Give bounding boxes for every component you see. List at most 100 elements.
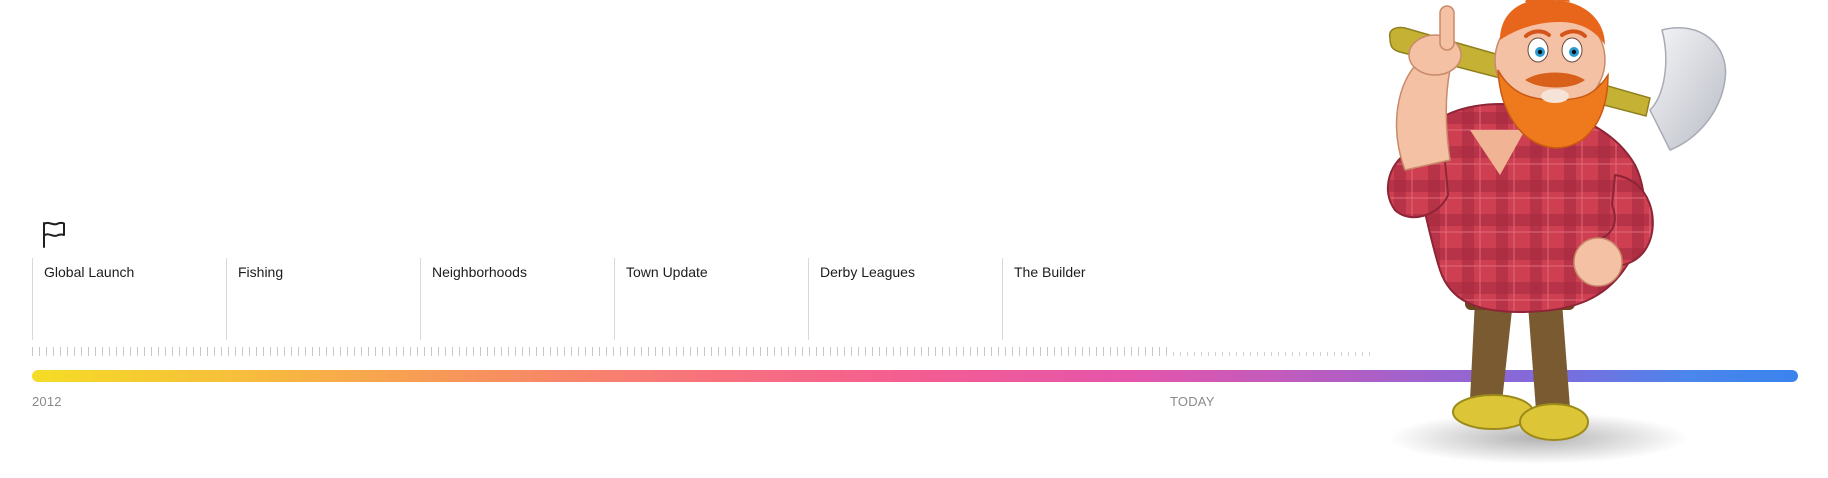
timeline-tick xyxy=(207,347,208,356)
timeline-tick xyxy=(1299,352,1300,356)
timeline-tick xyxy=(389,347,390,356)
timeline-tick xyxy=(1187,352,1188,356)
timeline-tick xyxy=(711,347,712,356)
timeline-tick xyxy=(704,347,705,356)
timeline-tick xyxy=(802,347,803,356)
timeline-tick xyxy=(81,347,82,356)
timeline-tick xyxy=(60,347,61,356)
timeline-tick xyxy=(1278,352,1279,356)
milestone-derby-leagues[interactable]: Derby Leagues xyxy=(808,258,998,340)
milestone-label: Neighborhoods xyxy=(432,264,527,280)
timeline-tick xyxy=(1047,347,1048,356)
timeline-tick xyxy=(487,347,488,356)
timeline-tick xyxy=(186,347,187,356)
timeline-tick xyxy=(1250,352,1251,356)
timeline-tick xyxy=(123,347,124,356)
timeline-tick xyxy=(193,347,194,356)
timeline-tick xyxy=(571,347,572,356)
timeline-tick xyxy=(354,347,355,356)
timeline-tick xyxy=(1040,347,1041,356)
timeline-tick xyxy=(991,347,992,356)
timeline-tick xyxy=(676,347,677,356)
timeline-tick xyxy=(697,347,698,356)
timeline-tick xyxy=(893,347,894,356)
timeline-tick xyxy=(1012,347,1013,356)
timeline-tick xyxy=(221,347,222,356)
timeline-tick xyxy=(333,347,334,356)
timeline-tick xyxy=(1313,352,1314,356)
timeline-tick xyxy=(1124,347,1125,356)
milestone-label: Town Update xyxy=(626,264,708,280)
timeline-tick xyxy=(368,347,369,356)
timeline-tick xyxy=(151,347,152,356)
timeline-tick xyxy=(305,347,306,356)
timeline-tick xyxy=(340,347,341,356)
timeline-tick xyxy=(1131,347,1132,356)
timeline-tick xyxy=(361,347,362,356)
timeline-tick xyxy=(529,347,530,356)
timeline-tick xyxy=(578,347,579,356)
timeline-tick xyxy=(543,347,544,356)
timeline-tick xyxy=(480,347,481,356)
timeline-tick xyxy=(1341,352,1342,356)
timeline-tick xyxy=(1145,347,1146,356)
flag-icon xyxy=(43,221,65,248)
timeline-tick xyxy=(116,347,117,356)
timeline-tick xyxy=(557,347,558,356)
timeline-tick xyxy=(683,347,684,356)
timeline-tick xyxy=(606,347,607,356)
milestone-label: The Builder xyxy=(1014,264,1086,280)
timeline-tick xyxy=(753,347,754,356)
timeline-tick xyxy=(53,347,54,356)
timeline-tick xyxy=(760,347,761,356)
timeline-tick xyxy=(627,347,628,356)
timeline-tick xyxy=(690,347,691,356)
milestone-the-builder[interactable]: The Builder xyxy=(1002,258,1192,340)
timeline-tick xyxy=(886,347,887,356)
timeline-tick xyxy=(473,347,474,356)
timeline-start-label: 2012 xyxy=(32,394,62,409)
timeline-tick xyxy=(284,347,285,356)
milestone-fishing[interactable]: Fishing xyxy=(226,258,416,340)
timeline-tick xyxy=(39,347,40,356)
timeline-tick xyxy=(536,347,537,356)
timeline-tick xyxy=(1110,347,1111,356)
timeline-tick xyxy=(1194,352,1195,356)
timeline-tick xyxy=(501,347,502,356)
timeline-tick xyxy=(431,347,432,356)
timeline-tick xyxy=(396,347,397,356)
timeline-tick xyxy=(620,347,621,356)
timeline-tick xyxy=(74,347,75,356)
timeline-tick xyxy=(599,347,600,356)
timeline-tick xyxy=(963,347,964,356)
timeline-tick xyxy=(319,347,320,356)
timeline-tick xyxy=(452,347,453,356)
milestone-label: Fishing xyxy=(238,264,284,280)
timeline-tick xyxy=(109,347,110,356)
timeline-tick xyxy=(970,347,971,356)
timeline-tick xyxy=(823,347,824,356)
milestone-neighborhoods[interactable]: Neighborhoods xyxy=(420,258,610,340)
timeline-tick xyxy=(1222,352,1223,356)
timeline-tick xyxy=(1236,352,1237,356)
timeline-tick xyxy=(347,347,348,356)
timeline-tick xyxy=(1285,352,1286,356)
timeline-tick xyxy=(277,347,278,356)
timeline-tick xyxy=(242,347,243,356)
timeline-tick xyxy=(326,347,327,356)
timeline-tick xyxy=(214,347,215,356)
timeline-tick xyxy=(725,347,726,356)
timeline-tick xyxy=(767,347,768,356)
timeline-tick xyxy=(172,347,173,356)
timeline-tick xyxy=(809,347,810,356)
timeline-tick xyxy=(1026,347,1027,356)
timeline-tick xyxy=(942,347,943,356)
timeline-tick xyxy=(459,347,460,356)
timeline-tick xyxy=(298,347,299,356)
timeline-tick xyxy=(830,347,831,356)
timeline-tick xyxy=(1138,347,1139,356)
milestone-global-launch[interactable]: Global Launch xyxy=(32,258,222,340)
timeline-tick xyxy=(858,347,859,356)
milestone-town-update[interactable]: Town Update xyxy=(614,258,804,340)
timeline-tick xyxy=(851,347,852,356)
